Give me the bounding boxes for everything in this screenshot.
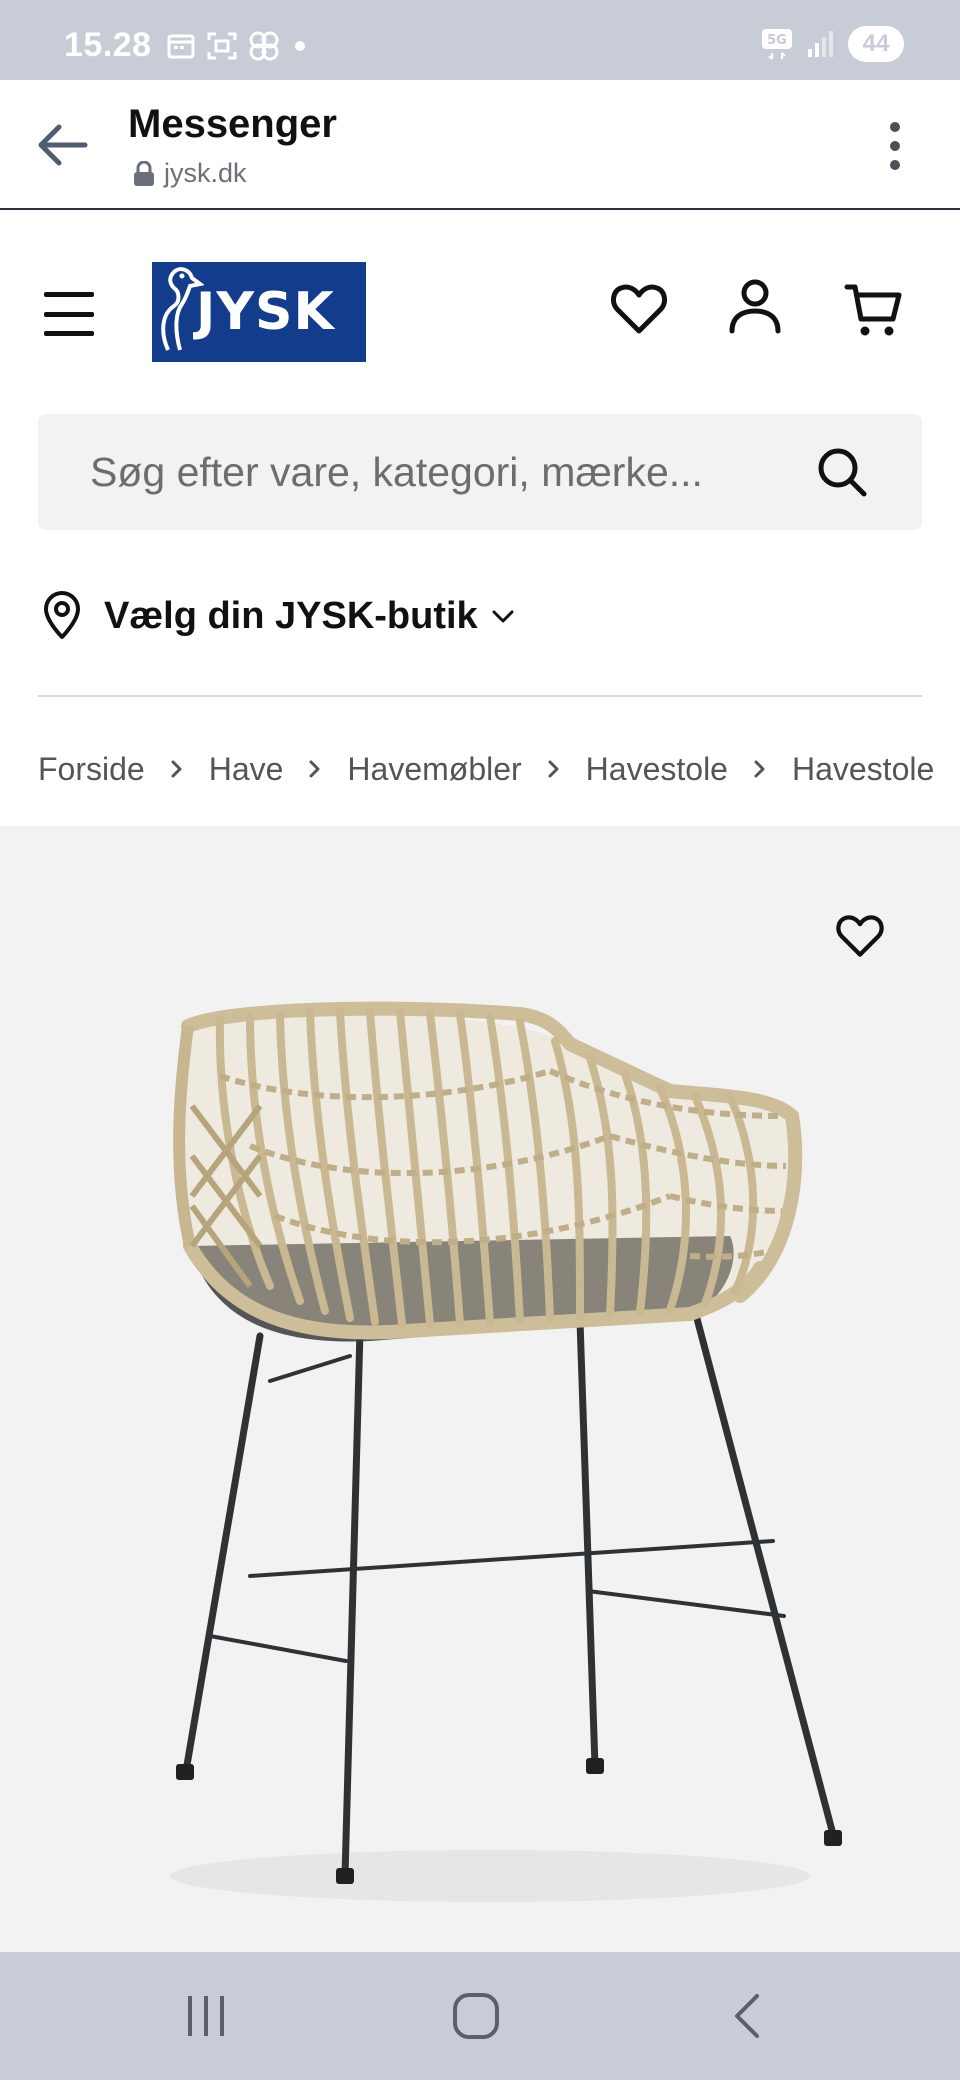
location-pin-icon: [44, 591, 80, 639]
menu-line: [44, 331, 94, 336]
calendar-icon: [167, 34, 195, 59]
search-icon: [818, 448, 867, 497]
screenshot-icon: [207, 32, 237, 60]
status-time: 15.28: [64, 26, 152, 64]
url-text: jysk.dk: [164, 158, 247, 188]
menu-line: [44, 311, 94, 317]
network-5g-icon: 5G: [762, 29, 792, 60]
battery-indicator: 44: [848, 26, 904, 62]
signal-icon: [808, 31, 833, 57]
cart-icon: [844, 284, 902, 336]
search-input[interactable]: Søg efter vare, kategori, mærke...: [90, 449, 703, 496]
cart-button[interactable]: [838, 274, 908, 344]
lock-icon: [134, 160, 154, 186]
back-nav-button[interactable]: [706, 1986, 786, 2046]
search-button[interactable]: [814, 444, 870, 500]
chevron-right-icon: [145, 757, 209, 781]
chevron-right-icon: [522, 757, 586, 781]
browser-tab-header: Messenger jysk.dk: [0, 80, 960, 210]
status-system-icons: 5G 44: [760, 26, 904, 62]
back-icon: [735, 1994, 759, 2038]
menu-icon[interactable]: [44, 292, 94, 336]
store-selector[interactable]: Vælg din JYSK-butik: [40, 586, 516, 646]
more-options-button[interactable]: [870, 116, 920, 176]
system-nav-bar: [0, 1952, 960, 2080]
breadcrumb: Forside Have Havemøbler Havestole Havest…: [38, 746, 960, 792]
product-image[interactable]: [110, 996, 850, 1926]
status-notification-icons: [166, 30, 310, 62]
goose-logo-icon: [161, 267, 204, 351]
chevron-down-icon: [492, 610, 514, 623]
svg-text:5G: 5G: [767, 33, 787, 48]
more-vert-icon-dot: [890, 141, 900, 151]
home-icon: [453, 1993, 499, 2039]
product-image-area: [0, 826, 960, 1952]
menu-line: [44, 292, 94, 297]
breadcrumb-item-havestole-current[interactable]: Havestole: [792, 751, 934, 788]
back-arrow-icon: [38, 124, 88, 166]
wishlist-button-product[interactable]: [830, 906, 890, 966]
recent-apps-button[interactable]: [166, 1986, 246, 2046]
status-bar: 15.28 5G 44: [0, 0, 960, 80]
page-title: Messenger: [128, 102, 337, 146]
search-box[interactable]: Søg efter vare, kategori, mærke...: [38, 414, 922, 530]
site-header: JYSK: [0, 212, 960, 412]
chevron-right-icon: [283, 757, 347, 781]
wishlist-heart-icon: [836, 915, 884, 957]
back-button[interactable]: [30, 112, 96, 178]
heart-icon: [611, 284, 667, 334]
divider: [38, 695, 922, 697]
breadcrumb-item-forside[interactable]: Forside: [38, 751, 145, 788]
account-button[interactable]: [720, 272, 790, 342]
wishlist-button[interactable]: [604, 274, 674, 344]
recent-apps-icon: [188, 1996, 224, 2036]
jysk-logo[interactable]: JYSK: [152, 262, 366, 362]
url-display[interactable]: jysk.dk: [132, 158, 247, 189]
breadcrumb-item-havemobler[interactable]: Havemøbler: [347, 751, 521, 788]
more-vert-icon-dot: [890, 160, 900, 170]
more-vert-icon: [890, 122, 900, 132]
store-label: Vælg din JYSK-butik: [104, 594, 478, 637]
breadcrumb-item-have[interactable]: Have: [209, 751, 284, 788]
dot-icon: [295, 41, 305, 51]
logo-text: JYSK: [196, 282, 335, 342]
chevron-right-icon: [728, 757, 792, 781]
user-icon: [729, 279, 781, 334]
home-button[interactable]: [436, 1986, 516, 2046]
breadcrumb-item-havestole[interactable]: Havestole: [586, 751, 728, 788]
pinwheel-icon: [249, 31, 279, 61]
